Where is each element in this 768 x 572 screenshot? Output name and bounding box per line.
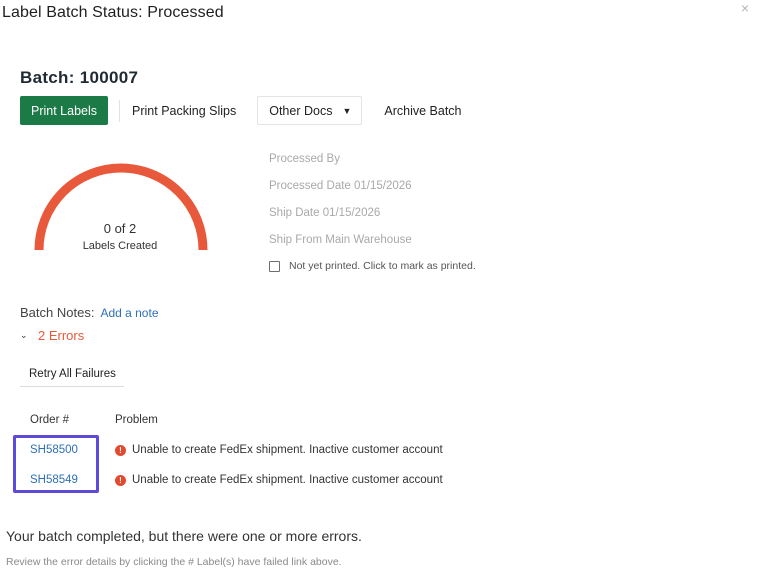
summary-message: Your batch completed, but there were one… (6, 528, 362, 544)
toolbar: Print Labels Print Packing Slips Other D… (20, 96, 474, 125)
other-docs-label: Other Docs (269, 103, 333, 118)
gauge-count: 0 of 2 (103, 221, 137, 236)
retry-all-failures-button[interactable]: Retry All Failures (20, 362, 124, 387)
modal-title: Label Batch Status: Processed (2, 4, 224, 21)
processed-date: Processed Date 01/15/2026 (269, 180, 412, 192)
chevron-down-icon: ⌄ (20, 330, 28, 340)
archive-batch-button[interactable]: Archive Batch (372, 96, 474, 125)
print-packing-slips-button[interactable]: Print Packing Slips (120, 96, 249, 125)
problem-text: Unable to create FedEx shipment. Inactiv… (132, 444, 443, 456)
error-icon: ! (115, 444, 126, 456)
error-icon: ! (115, 474, 126, 486)
batch-notes: Batch Notes: Add a note (20, 305, 159, 320)
col-header-order: Order # (30, 414, 69, 426)
batch-notes-label: Batch Notes: (20, 305, 95, 320)
mark-printed-row: Not yet printed. Click to mark as printe… (269, 260, 476, 272)
other-docs-dropdown[interactable]: Other Docs ▼ (257, 96, 363, 125)
close-icon[interactable]: × (738, 1, 752, 15)
ship-from: Ship From Main Warehouse (269, 234, 412, 246)
problem-text: Unable to create FedEx shipment. Inactiv… (132, 474, 443, 486)
mark-printed-checkbox[interactable] (269, 260, 280, 272)
order-highlight-box (13, 435, 99, 493)
ship-date: Ship Date 01/15/2026 (269, 207, 381, 219)
table-row: ! Unable to create FedEx shipment. Inact… (115, 444, 443, 456)
errors-count: 2 Errors (38, 328, 85, 343)
print-labels-button[interactable]: Print Labels (20, 96, 109, 125)
batch-title: Batch: 100007 (20, 68, 139, 87)
mark-printed-label: Not yet printed. Click to mark as printe… (289, 260, 476, 272)
errors-toggle[interactable]: ⌄ 2 Errors (20, 328, 84, 343)
processed-by: Processed By (269, 153, 340, 165)
table-row: ! Unable to create FedEx shipment. Inact… (115, 474, 443, 486)
gauge-label: Labels Created (82, 240, 158, 252)
caret-down-icon: ▼ (342, 105, 352, 116)
col-header-problem: Problem (115, 414, 158, 426)
summary-detail: Review the error details by clicking the… (6, 556, 342, 568)
add-note-link[interactable]: Add a note (100, 306, 158, 320)
gauge-track (34, 163, 208, 251)
